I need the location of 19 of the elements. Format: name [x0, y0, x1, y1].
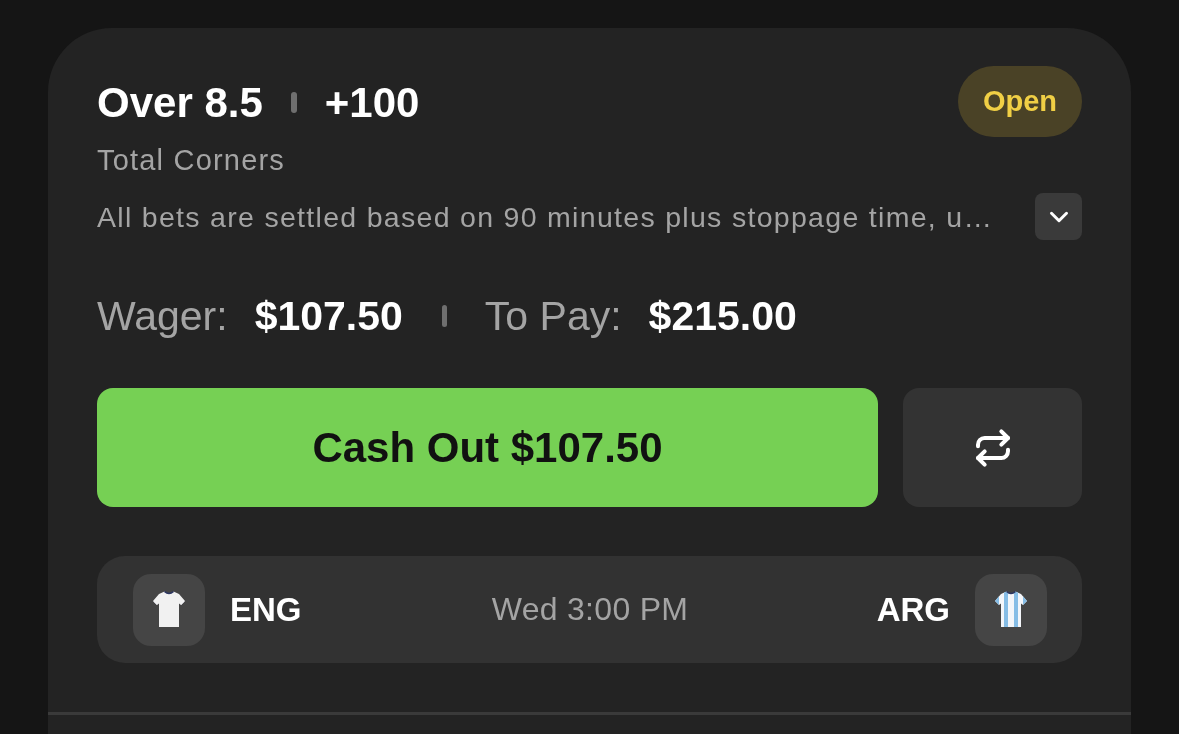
separator-bar: [441, 305, 447, 327]
bet-selection: Over 8.5: [97, 78, 263, 127]
shirt-icon: [133, 573, 205, 646]
market-name: Total Corners: [97, 144, 287, 176]
match-time: Wed 3:00 PM: [491, 591, 689, 628]
amount-value: $107.50: [254, 292, 403, 340]
amount-label: Wager:: [97, 292, 228, 340]
odds-value: +100: [324, 78, 420, 127]
amount-value: $215.00: [648, 292, 797, 340]
cash-out-button[interactable]: Cash Out $107.50: [97, 388, 878, 507]
team-code: ENG: [230, 590, 302, 629]
separator-bar: [290, 92, 297, 113]
repeat-button[interactable]: [903, 388, 1082, 507]
expand-button[interactable]: [1035, 193, 1082, 240]
amount-label: To Pay:: [484, 292, 622, 340]
team-code: ARG: [876, 590, 950, 629]
status-badge: Open: [957, 66, 1082, 137]
shirt-icon: [975, 573, 1047, 646]
rules-text: All bets are settled based on 90 minutes plus stoppage time, u…: [97, 199, 995, 235]
